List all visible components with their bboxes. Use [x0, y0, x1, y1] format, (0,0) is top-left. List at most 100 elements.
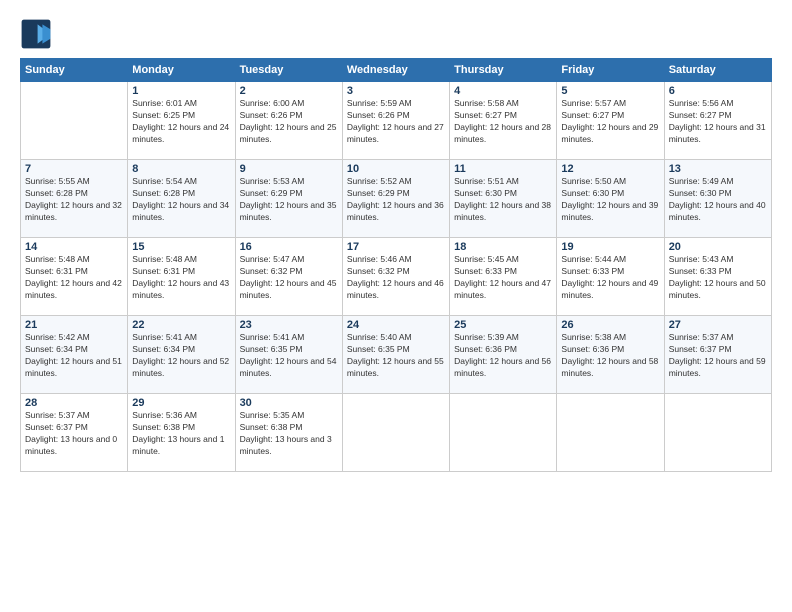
day-info: Sunrise: 5:48 AMSunset: 6:31 PMDaylight:… — [132, 254, 230, 302]
calendar-day-cell: 18Sunrise: 5:45 AMSunset: 6:33 PMDayligh… — [450, 238, 557, 316]
day-number: 12 — [561, 163, 659, 175]
day-info: Sunrise: 5:48 AMSunset: 6:31 PMDaylight:… — [25, 254, 123, 302]
day-info: Sunrise: 5:59 AMSunset: 6:26 PMDaylight:… — [347, 98, 445, 146]
calendar-day-cell: 20Sunrise: 5:43 AMSunset: 6:33 PMDayligh… — [664, 238, 771, 316]
day-number: 23 — [240, 319, 338, 331]
day-info: Sunrise: 5:52 AMSunset: 6:29 PMDaylight:… — [347, 176, 445, 224]
weekday-header: Monday — [128, 59, 235, 82]
day-info: Sunrise: 6:01 AMSunset: 6:25 PMDaylight:… — [132, 98, 230, 146]
day-number: 3 — [347, 85, 445, 97]
day-info: Sunrise: 5:41 AMSunset: 6:35 PMDaylight:… — [240, 332, 338, 380]
calendar-day-cell — [664, 394, 771, 472]
calendar-day-cell: 17Sunrise: 5:46 AMSunset: 6:32 PMDayligh… — [342, 238, 449, 316]
day-info: Sunrise: 5:57 AMSunset: 6:27 PMDaylight:… — [561, 98, 659, 146]
calendar-day-cell — [342, 394, 449, 472]
calendar-week-row: 1Sunrise: 6:01 AMSunset: 6:25 PMDaylight… — [21, 82, 772, 160]
calendar-week-row: 14Sunrise: 5:48 AMSunset: 6:31 PMDayligh… — [21, 238, 772, 316]
day-number: 7 — [25, 163, 123, 175]
day-info: Sunrise: 5:37 AMSunset: 6:37 PMDaylight:… — [669, 332, 767, 380]
weekday-header: Saturday — [664, 59, 771, 82]
calendar-day-cell — [557, 394, 664, 472]
calendar-day-cell: 24Sunrise: 5:40 AMSunset: 6:35 PMDayligh… — [342, 316, 449, 394]
calendar-day-cell: 6Sunrise: 5:56 AMSunset: 6:27 PMDaylight… — [664, 82, 771, 160]
calendar-day-cell: 1Sunrise: 6:01 AMSunset: 6:25 PMDaylight… — [128, 82, 235, 160]
day-number: 1 — [132, 85, 230, 97]
calendar-day-cell: 16Sunrise: 5:47 AMSunset: 6:32 PMDayligh… — [235, 238, 342, 316]
day-number: 11 — [454, 163, 552, 175]
day-info: Sunrise: 5:38 AMSunset: 6:36 PMDaylight:… — [561, 332, 659, 380]
day-number: 14 — [25, 241, 123, 253]
day-info: Sunrise: 5:51 AMSunset: 6:30 PMDaylight:… — [454, 176, 552, 224]
day-number: 6 — [669, 85, 767, 97]
day-number: 13 — [669, 163, 767, 175]
calendar-week-row: 28Sunrise: 5:37 AMSunset: 6:37 PMDayligh… — [21, 394, 772, 472]
day-number: 16 — [240, 241, 338, 253]
calendar-day-cell: 12Sunrise: 5:50 AMSunset: 6:30 PMDayligh… — [557, 160, 664, 238]
calendar-day-cell: 26Sunrise: 5:38 AMSunset: 6:36 PMDayligh… — [557, 316, 664, 394]
day-number: 8 — [132, 163, 230, 175]
weekday-header: Friday — [557, 59, 664, 82]
day-info: Sunrise: 5:40 AMSunset: 6:35 PMDaylight:… — [347, 332, 445, 380]
day-info: Sunrise: 5:42 AMSunset: 6:34 PMDaylight:… — [25, 332, 123, 380]
logo-icon — [20, 18, 52, 50]
day-number: 9 — [240, 163, 338, 175]
header — [20, 18, 772, 50]
day-number: 29 — [132, 397, 230, 409]
calendar-day-cell: 29Sunrise: 5:36 AMSunset: 6:38 PMDayligh… — [128, 394, 235, 472]
day-number: 26 — [561, 319, 659, 331]
calendar-header-row: SundayMondayTuesdayWednesdayThursdayFrid… — [21, 59, 772, 82]
calendar-day-cell: 21Sunrise: 5:42 AMSunset: 6:34 PMDayligh… — [21, 316, 128, 394]
day-info: Sunrise: 5:53 AMSunset: 6:29 PMDaylight:… — [240, 176, 338, 224]
weekday-header: Thursday — [450, 59, 557, 82]
day-number: 19 — [561, 241, 659, 253]
calendar-day-cell: 28Sunrise: 5:37 AMSunset: 6:37 PMDayligh… — [21, 394, 128, 472]
day-number: 10 — [347, 163, 445, 175]
day-number: 22 — [132, 319, 230, 331]
calendar-day-cell: 22Sunrise: 5:41 AMSunset: 6:34 PMDayligh… — [128, 316, 235, 394]
calendar-day-cell: 4Sunrise: 5:58 AMSunset: 6:27 PMDaylight… — [450, 82, 557, 160]
page: SundayMondayTuesdayWednesdayThursdayFrid… — [0, 0, 792, 612]
weekday-header: Tuesday — [235, 59, 342, 82]
calendar-day-cell: 30Sunrise: 5:35 AMSunset: 6:38 PMDayligh… — [235, 394, 342, 472]
calendar-day-cell: 7Sunrise: 5:55 AMSunset: 6:28 PMDaylight… — [21, 160, 128, 238]
day-info: Sunrise: 5:39 AMSunset: 6:36 PMDaylight:… — [454, 332, 552, 380]
day-number: 30 — [240, 397, 338, 409]
calendar-day-cell: 27Sunrise: 5:37 AMSunset: 6:37 PMDayligh… — [664, 316, 771, 394]
day-info: Sunrise: 5:36 AMSunset: 6:38 PMDaylight:… — [132, 410, 230, 458]
day-info: Sunrise: 5:49 AMSunset: 6:30 PMDaylight:… — [669, 176, 767, 224]
calendar-day-cell: 3Sunrise: 5:59 AMSunset: 6:26 PMDaylight… — [342, 82, 449, 160]
calendar-day-cell: 14Sunrise: 5:48 AMSunset: 6:31 PMDayligh… — [21, 238, 128, 316]
day-info: Sunrise: 5:35 AMSunset: 6:38 PMDaylight:… — [240, 410, 338, 458]
calendar-day-cell — [450, 394, 557, 472]
calendar-day-cell: 8Sunrise: 5:54 AMSunset: 6:28 PMDaylight… — [128, 160, 235, 238]
day-number: 4 — [454, 85, 552, 97]
calendar-day-cell: 5Sunrise: 5:57 AMSunset: 6:27 PMDaylight… — [557, 82, 664, 160]
day-number: 27 — [669, 319, 767, 331]
day-info: Sunrise: 5:43 AMSunset: 6:33 PMDaylight:… — [669, 254, 767, 302]
day-info: Sunrise: 6:00 AMSunset: 6:26 PMDaylight:… — [240, 98, 338, 146]
logo — [20, 18, 56, 50]
calendar-day-cell: 23Sunrise: 5:41 AMSunset: 6:35 PMDayligh… — [235, 316, 342, 394]
day-info: Sunrise: 5:54 AMSunset: 6:28 PMDaylight:… — [132, 176, 230, 224]
day-number: 20 — [669, 241, 767, 253]
day-number: 2 — [240, 85, 338, 97]
day-info: Sunrise: 5:58 AMSunset: 6:27 PMDaylight:… — [454, 98, 552, 146]
day-info: Sunrise: 5:37 AMSunset: 6:37 PMDaylight:… — [25, 410, 123, 458]
day-number: 15 — [132, 241, 230, 253]
calendar-day-cell: 19Sunrise: 5:44 AMSunset: 6:33 PMDayligh… — [557, 238, 664, 316]
calendar-day-cell: 9Sunrise: 5:53 AMSunset: 6:29 PMDaylight… — [235, 160, 342, 238]
day-info: Sunrise: 5:55 AMSunset: 6:28 PMDaylight:… — [25, 176, 123, 224]
weekday-header: Sunday — [21, 59, 128, 82]
day-number: 25 — [454, 319, 552, 331]
calendar-day-cell — [21, 82, 128, 160]
day-number: 28 — [25, 397, 123, 409]
calendar-day-cell: 15Sunrise: 5:48 AMSunset: 6:31 PMDayligh… — [128, 238, 235, 316]
day-info: Sunrise: 5:50 AMSunset: 6:30 PMDaylight:… — [561, 176, 659, 224]
day-number: 24 — [347, 319, 445, 331]
day-number: 21 — [25, 319, 123, 331]
calendar-week-row: 21Sunrise: 5:42 AMSunset: 6:34 PMDayligh… — [21, 316, 772, 394]
calendar-day-cell: 25Sunrise: 5:39 AMSunset: 6:36 PMDayligh… — [450, 316, 557, 394]
calendar-week-row: 7Sunrise: 5:55 AMSunset: 6:28 PMDaylight… — [21, 160, 772, 238]
calendar-day-cell: 11Sunrise: 5:51 AMSunset: 6:30 PMDayligh… — [450, 160, 557, 238]
day-info: Sunrise: 5:44 AMSunset: 6:33 PMDaylight:… — [561, 254, 659, 302]
